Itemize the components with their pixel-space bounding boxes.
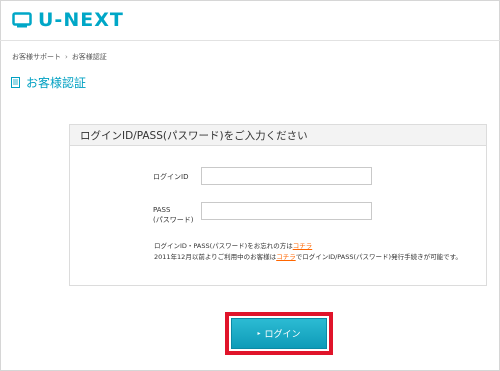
breadcrumb-separator: ›: [65, 53, 68, 61]
pass-label: PASS (パスワード): [153, 205, 193, 225]
legacy-note-text-a: 2011年12月以前よりご利用中のお客様は: [154, 253, 277, 261]
pass-label-line1: PASS: [153, 206, 171, 214]
forgot-note: ログインID・PASS(パスワード)をお忘れの方はコチラ: [154, 241, 312, 251]
tv-icon: [12, 12, 32, 28]
unext-logo[interactable]: U-NEXT: [12, 9, 124, 31]
pass-input[interactable]: [201, 202, 372, 220]
login-button-label: ログイン: [264, 330, 301, 340]
breadcrumb-item-support[interactable]: お客様サポート: [12, 52, 61, 62]
login-id-label: ログインID: [153, 173, 189, 181]
arrow-right-icon: ▸: [257, 330, 261, 337]
breadcrumb: お客様サポート › お客様認証: [12, 52, 107, 62]
brand-name: U-NEXT: [38, 9, 124, 31]
login-form-panel: ログインID/PASS(パスワード)をご入力ください ログインID PASS (…: [69, 124, 487, 286]
forgot-link[interactable]: コチラ: [293, 242, 313, 250]
page-title: お客様認証: [11, 74, 86, 91]
breadcrumb-item-auth: お客様認証: [71, 53, 107, 61]
forgot-note-text: ログインID・PASS(パスワード)をお忘れの方は: [154, 242, 293, 250]
login-button[interactable]: ▸ ログイン: [231, 318, 327, 349]
legacy-note: 2011年12月以前よりご利用中のお客様はコチラでログインID/PASS(パスワ…: [154, 252, 462, 262]
document-icon: [11, 77, 20, 88]
legacy-note-text-b: でログインID/PASS(パスワード)発行手続きが可能です。: [295, 253, 462, 261]
site-header: U-NEXT: [0, 0, 500, 41]
legacy-link[interactable]: コチラ: [276, 253, 296, 261]
form-heading: ログインID/PASS(パスワード)をご入力ください: [70, 125, 486, 146]
pass-label-line2: (パスワード): [153, 216, 194, 224]
login-id-input[interactable]: [201, 167, 372, 185]
page-title-text: お客様認証: [26, 76, 87, 90]
